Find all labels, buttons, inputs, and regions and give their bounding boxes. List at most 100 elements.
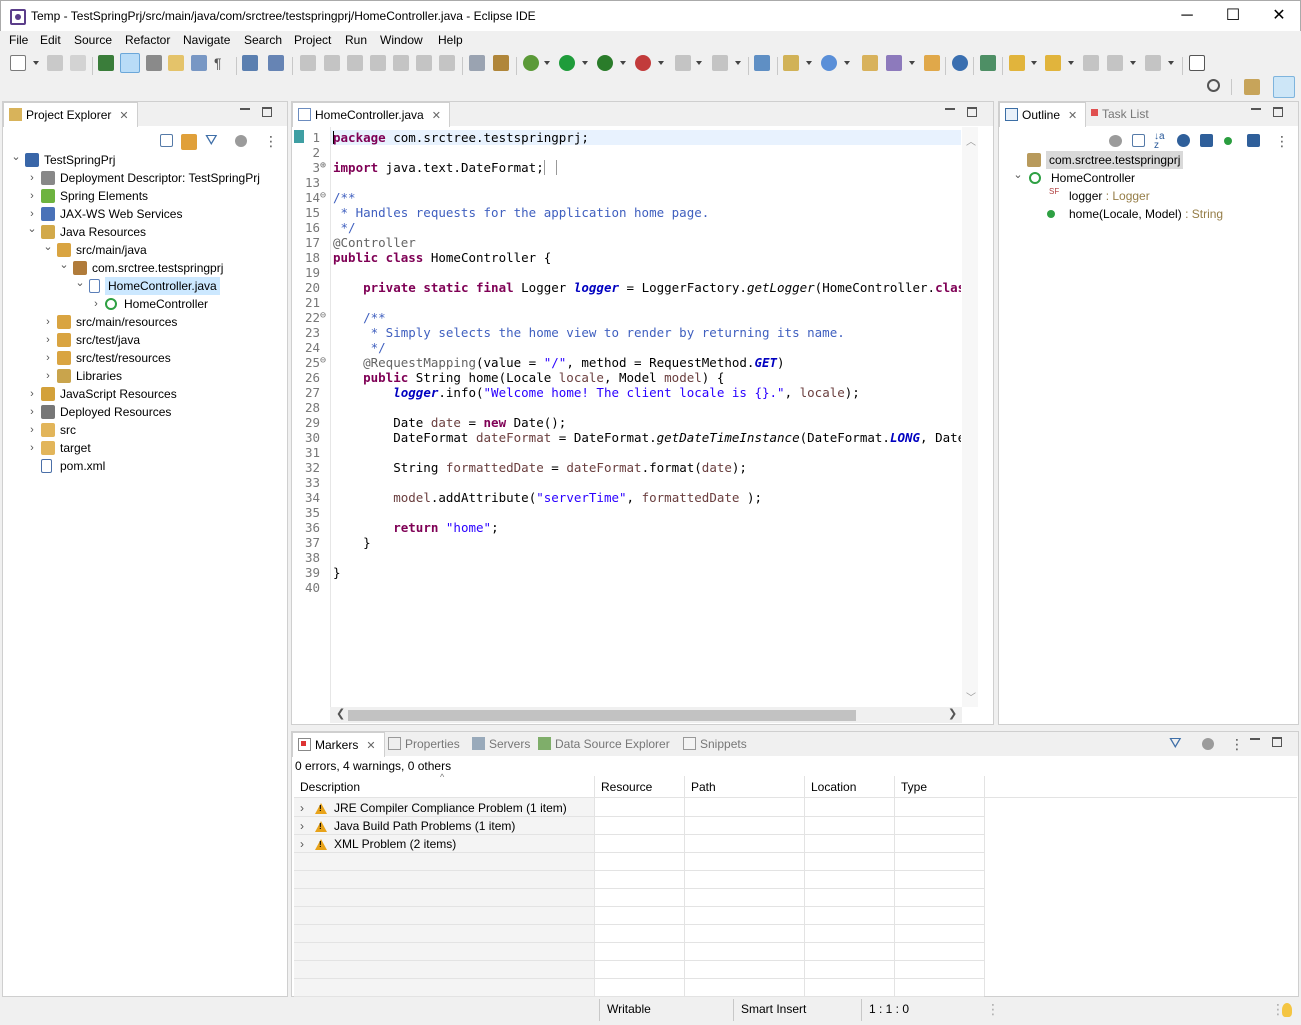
chevron-down-icon[interactable]: ⌄: [75, 274, 85, 292]
search-icon[interactable]: [886, 55, 902, 71]
prev-annotation-arrow-icon[interactable]: [1045, 55, 1061, 71]
fold-expand-icon[interactable]: ⊕: [320, 160, 326, 171]
tab-properties[interactable]: Properties: [383, 732, 468, 757]
chevron-down-icon[interactable]: ⌄: [43, 238, 53, 256]
last-edit-location-icon[interactable]: [1083, 55, 1099, 71]
new-class-dropdown-icon[interactable]: [844, 61, 850, 65]
java-ee-perspective-icon[interactable]: [1273, 76, 1295, 98]
focus-task-icon[interactable]: [235, 135, 247, 147]
hide-non-public-icon[interactable]: [1224, 137, 1232, 145]
debug-icon[interactable]: [523, 55, 539, 71]
resume-icon[interactable]: [300, 55, 316, 71]
menu-project[interactable]: Project: [294, 33, 331, 47]
code-line[interactable]: public String home(Locale locale, Model …: [333, 370, 961, 385]
publish-dropdown-icon[interactable]: [735, 61, 741, 65]
close-tab-icon[interactable]: ✕: [432, 109, 441, 122]
horizontal-scroll-thumb[interactable]: [348, 710, 856, 721]
code-line[interactable]: @RequestMapping(value = "/", method = Re…: [333, 355, 961, 370]
tree-item[interactable]: › JavaScript Resources: [3, 385, 287, 403]
code-line[interactable]: return "home";: [333, 520, 961, 535]
table-row[interactable]: › Java Build Path Problems (1 item): [294, 818, 984, 836]
code-line[interactable]: /**: [333, 310, 961, 325]
tab-markers[interactable]: Markers ✕: [292, 732, 385, 757]
suspend-icon[interactable]: [324, 55, 340, 71]
focus-active-task-icon[interactable]: [1109, 135, 1122, 147]
column-divider[interactable]: [984, 776, 985, 996]
menu-refactor[interactable]: Refactor: [125, 33, 170, 47]
code-line[interactable]: String formattedDate = dateFormat.format…: [333, 460, 961, 475]
pin-editor-icon[interactable]: [1189, 55, 1205, 71]
chevron-right-icon[interactable]: ›: [27, 385, 37, 403]
menu-navigate[interactable]: Navigate: [183, 33, 230, 47]
chevron-down-icon[interactable]: ⌄: [11, 148, 21, 166]
view-menu-icon[interactable]: ⋮: [1230, 736, 1244, 752]
focus-task-icon[interactable]: [1202, 738, 1214, 750]
save-icon[interactable]: [47, 55, 63, 71]
view-menu-icon[interactable]: ⋮: [264, 133, 278, 149]
scroll-right-icon[interactable]: ❯: [948, 707, 957, 720]
terminate-icon[interactable]: [347, 55, 363, 71]
new-dropdown-icon[interactable]: [33, 61, 39, 65]
back-dropdown-icon[interactable]: [1130, 61, 1136, 65]
tab-outline[interactable]: Outline ✕: [999, 102, 1087, 127]
server-publish-icon[interactable]: [712, 55, 728, 71]
outline-item[interactable]: home(Locale, Model) : String: [999, 205, 1297, 223]
use-step-filters-icon[interactable]: [493, 55, 509, 71]
code-line[interactable]: [333, 145, 961, 160]
tree-item[interactable]: ⌄ com.srctree.testspringprj: [3, 259, 287, 277]
minimize-view-icon[interactable]: [240, 108, 250, 110]
outline-item[interactable]: SF logger : Logger: [999, 187, 1297, 205]
code-line[interactable]: [333, 265, 961, 280]
column-path[interactable]: Path: [685, 776, 716, 796]
link-with-editor-icon[interactable]: [181, 134, 197, 150]
new-java-project-icon[interactable]: [783, 55, 799, 71]
chevron-down-icon[interactable]: ⌄: [59, 256, 69, 274]
close-tab-icon[interactable]: ✕: [1068, 109, 1077, 122]
close-button[interactable]: ✕: [1256, 1, 1301, 31]
stop-server-icon[interactable]: [675, 55, 691, 71]
code-line[interactable]: [333, 445, 961, 460]
maximize-editor-icon[interactable]: [967, 107, 977, 117]
hide-static-icon[interactable]: [1200, 134, 1213, 147]
tree-item[interactable]: › src/main/resources: [3, 313, 287, 331]
chevron-right-icon[interactable]: ›: [43, 313, 53, 331]
column-location[interactable]: Location: [805, 776, 856, 796]
stop-dropdown-icon[interactable]: [696, 61, 702, 65]
code-line[interactable]: Date date = new Date();: [333, 415, 961, 430]
web-browser-icon[interactable]: [952, 55, 968, 71]
code-line[interactable]: [333, 580, 961, 595]
fold-collapse-icon[interactable]: ⊖: [320, 310, 326, 321]
prev-annotation-icon[interactable]: [191, 55, 207, 71]
tab-project-explorer[interactable]: Project Explorer ✕: [3, 102, 138, 127]
tab-data-source-explorer[interactable]: Data Source Explorer: [533, 732, 678, 757]
menu-run[interactable]: Run: [345, 33, 367, 47]
code-line[interactable]: */: [333, 340, 961, 355]
chevron-right-icon[interactable]: ›: [300, 819, 304, 833]
table-row[interactable]: › JRE Compiler Compliance Problem (1 item…: [294, 800, 984, 818]
code-line[interactable]: [333, 400, 961, 415]
chevron-right-icon[interactable]: ›: [43, 349, 53, 367]
maximize-view-icon[interactable]: [1273, 107, 1283, 117]
fold-collapse-icon[interactable]: ⊖: [320, 190, 326, 201]
tab-snippets[interactable]: Snippets: [678, 732, 755, 757]
code-line[interactable]: /**: [333, 190, 961, 205]
tree-item[interactable]: › Libraries: [3, 367, 287, 385]
block-selection-icon[interactable]: [146, 55, 162, 71]
run-icon[interactable]: [559, 55, 575, 71]
console-icon[interactable]: [242, 55, 258, 71]
code-line[interactable]: package com.srctree.testspringprj;: [333, 130, 961, 145]
tree-item[interactable]: › Deployed Resources: [3, 403, 287, 421]
chevron-right-icon[interactable]: ›: [300, 837, 304, 851]
open-folder-icon[interactable]: [924, 55, 940, 71]
show-whitespace-icon[interactable]: ¶: [214, 55, 230, 71]
hide-fields-icon[interactable]: [1177, 134, 1190, 147]
code-line[interactable]: [333, 475, 961, 490]
chevron-right-icon[interactable]: ›: [300, 801, 304, 815]
minimize-button[interactable]: ─: [1164, 1, 1210, 31]
forward-icon[interactable]: [1145, 55, 1161, 71]
code-line[interactable]: */: [333, 220, 961, 235]
tree-item[interactable]: ⌄ HomeController.java: [3, 277, 287, 295]
run-external-tools-icon[interactable]: [635, 55, 651, 71]
horizontal-scrollbar[interactable]: ❮ ❯: [330, 707, 962, 723]
close-tab-icon[interactable]: ✕: [119, 109, 128, 122]
